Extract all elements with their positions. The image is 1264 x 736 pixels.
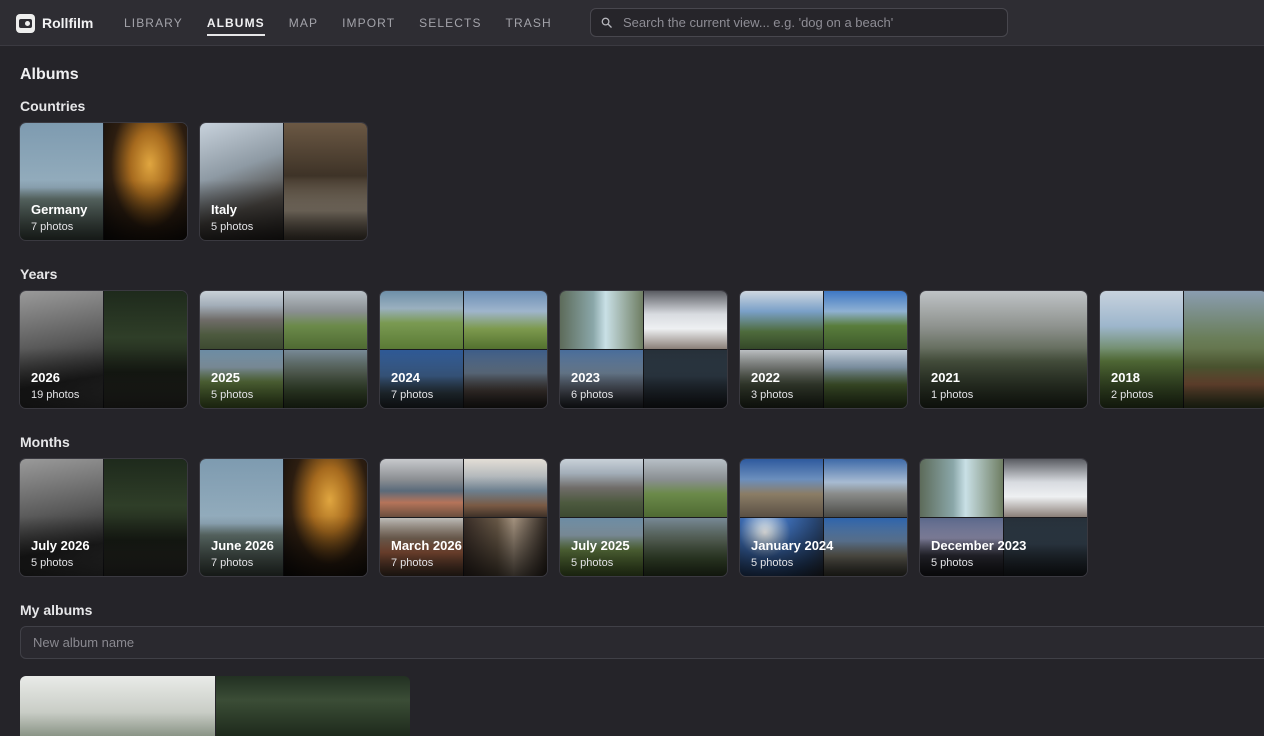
album-photo-count: 19 photos: [31, 389, 80, 401]
main-nav: LIBRARY ALBUMS MAP IMPORT SELECTS TRASH: [124, 0, 576, 45]
album-title: 2024: [391, 370, 420, 385]
album-photo-count: 6 photos: [571, 389, 614, 401]
album-photo-count: 7 photos: [391, 389, 434, 401]
album-photo-count: 5 photos: [211, 221, 254, 233]
section-title-years: Years: [20, 266, 58, 282]
app-name: Rollfilm: [42, 15, 94, 31]
album-title: Germany: [31, 202, 88, 217]
album-photo: [20, 676, 215, 736]
album-card[interactable]: July 2026 5 photos: [20, 459, 187, 576]
nav-label: ALBUMS: [206, 16, 265, 36]
album-photo-count: 7 photos: [391, 557, 434, 569]
album-title: June 2026: [211, 538, 274, 553]
nav-item-selects[interactable]: SELECTS: [419, 0, 481, 45]
nav-item-albums[interactable]: ALBUMS: [206, 0, 265, 45]
album-photo: [1004, 459, 1087, 517]
album-photo-count: 5 photos: [571, 557, 614, 569]
album-card[interactable]: 2018 2 photos: [1100, 291, 1264, 408]
album-card[interactable]: 2022 3 photos: [740, 291, 907, 408]
nav-item-import[interactable]: IMPORT: [342, 0, 395, 45]
album-card[interactable]: 2021 1 photos: [920, 291, 1087, 408]
section-title-my-albums: My albums: [20, 602, 93, 618]
album-card[interactable]: 2025 5 photos: [200, 291, 367, 408]
album-photo-count: 5 photos: [211, 389, 254, 401]
album-photo-count: 5 photos: [751, 557, 794, 569]
new-album-input[interactable]: [20, 626, 1264, 659]
album-card[interactable]: March 2026 7 photos: [380, 459, 547, 576]
my-album-preview[interactable]: [20, 676, 410, 736]
album-card[interactable]: January 2024 5 photos: [740, 459, 907, 576]
album-title: July 2026: [31, 538, 90, 553]
album-photo: [380, 291, 463, 349]
album-photo-count: 1 photos: [931, 389, 974, 401]
album-photo: [560, 291, 643, 349]
album-photo: [824, 459, 907, 517]
album-title: March 2026: [391, 538, 462, 553]
album-photo: [824, 291, 907, 349]
section-title-months: Months: [20, 434, 70, 450]
album-photo-count: 7 photos: [31, 221, 74, 233]
camera-icon: [16, 13, 35, 33]
album-photo: [380, 459, 463, 517]
section-title-countries: Countries: [20, 98, 86, 114]
nav-label: TRASH: [505, 16, 552, 30]
search-input[interactable]: [621, 14, 995, 31]
album-title: 2022: [751, 370, 780, 385]
album-photo: [644, 459, 727, 517]
album-title: January 2024: [751, 538, 834, 553]
album-photo: [644, 291, 727, 349]
top-bar: Rollfilm LIBRARY ALBUMS MAP IMPORT SELEC…: [0, 0, 1264, 46]
album-row-months: July 2026 5 photos June 2026 7 photos March …: [20, 459, 1087, 576]
nav-item-trash[interactable]: TRASH: [506, 0, 552, 45]
album-photo: [740, 459, 823, 517]
album-photo-count: 3 photos: [751, 389, 794, 401]
album-title: 2018: [1111, 370, 1140, 385]
album-photo: [464, 291, 547, 349]
album-card[interactable]: Italy 5 photos: [200, 123, 367, 240]
nav-item-library[interactable]: LIBRARY: [124, 0, 183, 45]
album-title: 2026: [31, 370, 60, 385]
album-photo: [920, 459, 1003, 517]
album-title: Italy: [211, 202, 238, 217]
album-photo-count: 5 photos: [931, 557, 974, 569]
album-card[interactable]: Germany 7 photos: [20, 123, 187, 240]
album-card[interactable]: July 2025 5 photos: [560, 459, 727, 576]
album-photo: [464, 459, 547, 517]
album-photo: [284, 291, 367, 349]
album-title: 2025: [211, 370, 240, 385]
nav-label: MAP: [288, 16, 319, 30]
album-card[interactable]: 2024 7 photos: [380, 291, 547, 408]
album-photo-count: 2 photos: [1111, 389, 1154, 401]
nav-label: LIBRARY: [124, 16, 183, 30]
page-title: Albums: [20, 66, 79, 83]
album-row-years: 2026 19 photos 2025 5 photos 2024 7 photos 202…: [20, 291, 1264, 408]
nav-label: SELECTS: [419, 16, 482, 30]
album-photo: [740, 291, 823, 349]
album-photo-count: 7 photos: [211, 557, 254, 569]
album-row-countries: Germany 7 photos Italy 5 photos: [20, 123, 367, 240]
album-title: July 2025: [571, 538, 630, 553]
album-card[interactable]: 2026 19 photos: [20, 291, 187, 408]
album-title: 2023: [571, 370, 600, 385]
album-title: December 2023: [931, 538, 1027, 553]
album-photo: [200, 291, 283, 349]
album-card[interactable]: December 2023 5 photos: [920, 459, 1087, 576]
brand[interactable]: Rollfilm: [16, 13, 93, 33]
album-photo: [560, 459, 643, 517]
search-icon: [601, 17, 612, 28]
album-photo-count: 5 photos: [31, 557, 74, 569]
album-card[interactable]: 2023 6 photos: [560, 291, 727, 408]
album-photo: [215, 676, 410, 736]
nav-item-map[interactable]: MAP: [289, 0, 318, 45]
nav-label: IMPORT: [342, 16, 396, 30]
search-box[interactable]: [590, 8, 1008, 37]
album-title: 2021: [931, 370, 960, 385]
album-card[interactable]: June 2026 7 photos: [200, 459, 367, 576]
